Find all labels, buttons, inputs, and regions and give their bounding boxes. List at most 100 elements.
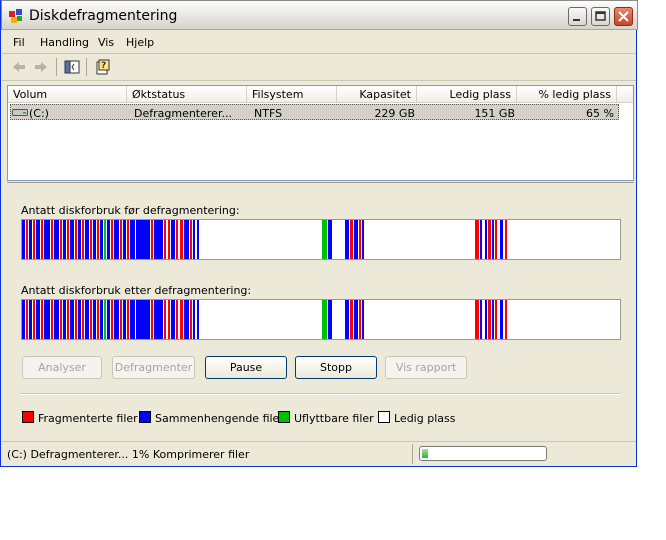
column-header-capacity[interactable]: Kapasitet [337, 86, 417, 103]
disk-map-stripe [171, 300, 175, 339]
analyze-button[interactable]: Analyser [22, 356, 102, 379]
disk-map-stripe [154, 220, 163, 259]
disk-map-stripe [90, 220, 92, 259]
disk-map-stripe [354, 300, 358, 339]
disk-map-stripe [495, 220, 497, 259]
column-header-filler [617, 86, 633, 103]
pause-button[interactable]: Pause [205, 356, 287, 379]
menu-action[interactable]: Handling [40, 36, 89, 49]
disk-map-stripe [120, 300, 122, 339]
disk-map-stripe [85, 220, 89, 259]
maximize-button[interactable] [591, 7, 610, 26]
disk-map-stripe [67, 300, 69, 339]
menu-file[interactable]: Fil [13, 36, 25, 49]
toolbar: ? [2, 54, 636, 81]
free-space-swatch [378, 411, 390, 423]
disk-map-stripe [485, 220, 487, 259]
back-arrow-icon[interactable] [10, 58, 28, 76]
disk-map-stripe [22, 300, 25, 339]
analysis-panel: Antatt diskforbruk før defragmentering: … [7, 182, 634, 439]
unmovable-swatch [278, 411, 290, 423]
disk-map-stripe [54, 220, 59, 259]
window-title: Diskdefragmentering [29, 8, 178, 24]
disk-map-stripe [168, 300, 170, 339]
help-icon[interactable]: ? [94, 58, 112, 76]
progress-bar [419, 446, 547, 461]
disk-map-stripe [97, 300, 99, 339]
disk-map-stripe [104, 300, 106, 339]
disk-map-stripe [136, 220, 150, 259]
disk-map-stripe [193, 220, 195, 259]
disk-map-stripe [114, 220, 119, 259]
disk-map-stripe [44, 300, 50, 339]
column-header-free-percent[interactable]: % ledig plass [517, 86, 617, 103]
disk-map-stripe [164, 220, 166, 259]
disk-map-stripe [26, 300, 28, 339]
disk-map-stripe [36, 300, 40, 339]
legend-fragmented: Fragmenterte filer [22, 411, 138, 425]
svg-text:?: ? [101, 61, 106, 71]
disk-map-stripe [44, 220, 50, 259]
disk-map-stripe [22, 220, 25, 259]
progress-fill [422, 449, 428, 458]
disk-map-stripe [111, 300, 113, 339]
column-header-session-status[interactable]: Øktstatus [127, 86, 247, 103]
view-report-button[interactable]: Vis rapport [385, 356, 467, 379]
fragmented-swatch [22, 411, 34, 423]
disk-map-stripe [354, 220, 358, 259]
disk-map-stripe [184, 300, 189, 339]
disk-map-stripe [26, 220, 28, 259]
disk-map-stripe [130, 220, 135, 259]
disk-map-stripe [171, 220, 175, 259]
disk-map-stripe [475, 300, 479, 339]
disk-map-stripe [190, 220, 192, 259]
disk-map-stripe [190, 300, 192, 339]
defragment-button[interactable]: Defragmenter [112, 356, 195, 379]
menu-view[interactable]: Vis [98, 36, 114, 49]
disk-map-stripe [193, 300, 195, 339]
disk-map-stripe [180, 220, 183, 259]
disk-map-stripe [328, 300, 332, 339]
show-hide-console-tree-icon[interactable] [63, 58, 81, 76]
status-text: (C:) Defragmenterer... 1% Komprimerer fi… [7, 448, 250, 461]
stop-button[interactable]: Stopp [295, 356, 377, 379]
title-bar[interactable]: Diskdefragmentering [1, 0, 638, 30]
disk-map-stripe [63, 220, 66, 259]
disk-map-stripe [488, 300, 491, 339]
disk-map-stripe [93, 300, 96, 339]
disk-map-stripe [492, 220, 494, 259]
disk-map-stripe [350, 300, 353, 339]
disk-map-stripe [495, 300, 497, 339]
contiguous-swatch [139, 411, 151, 423]
disk-map-stripe [51, 300, 53, 339]
disk-map-stripe [111, 220, 113, 259]
menu-help[interactable]: Hjelp [126, 36, 154, 49]
status-separator [412, 444, 413, 464]
disk-map-stripe [33, 300, 35, 339]
disk-map-stripe [180, 300, 183, 339]
column-header-free-space[interactable]: Ledig plass [417, 86, 517, 103]
forward-arrow-icon[interactable] [32, 58, 50, 76]
disk-map-stripe [82, 220, 84, 259]
defrag-app-icon [9, 9, 22, 23]
minimize-button[interactable] [568, 7, 587, 26]
disk-map-stripe [41, 300, 43, 339]
disk-map-stripe [345, 300, 349, 339]
disk-map-stripe [485, 300, 487, 339]
disk-map-stripe [136, 300, 150, 339]
close-button[interactable] [614, 7, 633, 26]
table-row[interactable]: (C:) Defragmenterer... NTFS 229 GB 151 G… [10, 104, 619, 120]
column-header-volume[interactable]: Volum [8, 86, 127, 103]
menu-bar: Fil Handling Vis Hjelp [2, 31, 636, 54]
disk-map-stripe [97, 220, 99, 259]
disk-map-stripe [63, 300, 66, 339]
disk-map-stripe [475, 220, 479, 259]
disk-map-stripe [93, 220, 96, 259]
disk-map-stripe [107, 300, 110, 339]
disk-map-stripe [480, 300, 482, 339]
legend-contiguous: Sammenhengende filer [139, 411, 284, 425]
column-header-filesystem[interactable]: Filsystem [247, 86, 337, 103]
disk-map-stripe [100, 300, 103, 339]
disk-map-stripe [505, 300, 507, 339]
after-label: Antatt diskforbruk etter defragmentering… [21, 284, 252, 297]
